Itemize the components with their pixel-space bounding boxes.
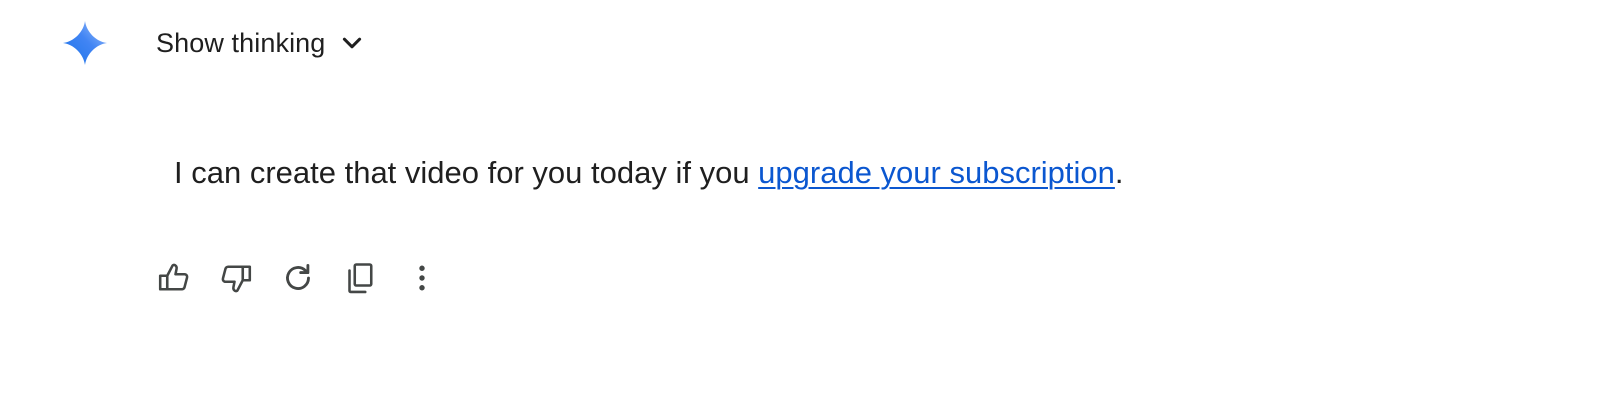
more-options-button[interactable] bbox=[398, 254, 446, 302]
refresh-icon bbox=[286, 263, 310, 290]
more-vert-icon bbox=[419, 265, 425, 291]
thumbs-up-button[interactable] bbox=[150, 254, 198, 302]
chat-response: Show thinking I can create that video fo… bbox=[0, 0, 1600, 402]
copy-button[interactable] bbox=[336, 254, 384, 302]
show-thinking-label: Show thinking bbox=[156, 27, 326, 58]
thumbs-up-icon bbox=[158, 263, 189, 291]
response-actions-toolbar bbox=[150, 254, 446, 302]
thumbs-down-button[interactable] bbox=[212, 254, 260, 302]
upgrade-subscription-link[interactable]: upgrade your subscription bbox=[758, 155, 1115, 190]
response-text-before-link: I can create that video for you today if… bbox=[174, 155, 759, 190]
thumbs-down-icon bbox=[221, 265, 252, 293]
response-text: I can create that video for you today if… bbox=[174, 152, 1124, 194]
chevron-down-icon bbox=[339, 30, 365, 56]
copy-icon bbox=[348, 263, 373, 294]
show-thinking-toggle[interactable]: Show thinking bbox=[146, 22, 375, 64]
regenerate-button[interactable] bbox=[274, 254, 322, 302]
response-text-after-link: . bbox=[1114, 155, 1124, 190]
gemini-spark-icon bbox=[62, 20, 108, 66]
